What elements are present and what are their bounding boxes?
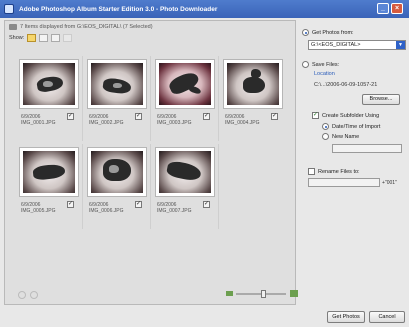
photo-select-checkbox[interactable]: ✓	[203, 113, 210, 120]
thumbnail-caption: 6/9/2006 IMG_0001.JPG	[21, 114, 55, 126]
rename-files-label: Rename Files to:	[318, 168, 360, 175]
thumbnail-frame[interactable]	[19, 59, 79, 109]
show-label: Show:	[9, 34, 25, 41]
thumbnail-frame[interactable]	[155, 147, 215, 197]
photo-select-checkbox[interactable]: ✓	[135, 201, 142, 208]
subfolder-option-datetime[interactable]: Date/Time of Import	[322, 123, 380, 130]
get-photos-icon	[302, 29, 309, 36]
audio-filter-icon[interactable]	[51, 33, 61, 42]
thumbnail-item[interactable]: 6/9/2006 IMG_0001.JPG ✓	[15, 56, 83, 141]
get-photos-from-row: Get Photos from:	[302, 29, 354, 36]
rotate-right-icon[interactable]	[30, 291, 38, 299]
photo-select-checkbox[interactable]: ✓	[203, 201, 210, 208]
photo-thumbnail	[23, 63, 75, 105]
zoom-out-icon[interactable]	[226, 291, 233, 296]
new-name-radio[interactable]	[322, 133, 329, 140]
create-subfolder-checkbox[interactable]: ✓	[312, 112, 319, 119]
thumbnail-frame[interactable]	[155, 59, 215, 109]
options-panel: Get Photos from: G:\<EOS_DIGITAL> ▼ Save…	[300, 20, 406, 305]
window-title: Adobe Photoshop Album Starter Edition 3.…	[19, 5, 218, 13]
source-select[interactable]: G:\<EOS_DIGITAL> ▼	[308, 40, 406, 50]
thumbnail-item[interactable]: 6/9/2006 IMG_0002.JPG ✓	[83, 56, 151, 141]
photo-select-checkbox[interactable]: ✓	[271, 113, 278, 120]
zoom-slider[interactable]	[236, 290, 286, 298]
photo-filename: IMG_0006.JPG	[89, 208, 124, 214]
thumbnail-panel: 7 Items displayed from G:\EOS_DIGITAL\ (…	[4, 20, 296, 305]
thumbnail-frame[interactable]	[87, 59, 147, 109]
photo-filename: IMG_0007.JPG	[157, 208, 192, 214]
thumbnail-frame[interactable]	[223, 59, 283, 109]
info-bar: 7 Items displayed from G:\EOS_DIGITAL\ (…	[5, 21, 295, 32]
rename-input[interactable]	[308, 178, 380, 187]
save-files-row: Save Files:	[302, 61, 339, 68]
location-label: Location	[314, 71, 335, 77]
minimize-button[interactable]: _	[377, 3, 389, 14]
thumbnail-item[interactable]: 6/9/2006 IMG_0003.JPG ✓	[151, 56, 219, 141]
photo-select-checkbox[interactable]: ✓	[135, 113, 142, 120]
items-info-text: 7 Items displayed from G:\EOS_DIGITAL\ (…	[20, 23, 153, 30]
new-name-option-label: New Name	[332, 133, 360, 140]
photo-thumbnail	[227, 63, 279, 105]
thumbnail-frame[interactable]	[87, 147, 147, 197]
other-filter-icon[interactable]	[63, 33, 73, 42]
photo-select-checkbox[interactable]: ✓	[67, 201, 74, 208]
save-files-label: Save Files:	[312, 61, 340, 68]
thumbnail-item[interactable]: 6/9/2006 IMG_0006.JPG ✓	[83, 144, 151, 229]
rename-files-row: Rename Files to:	[308, 168, 360, 175]
title-bar: Adobe Photoshop Album Starter Edition 3.…	[0, 0, 409, 18]
thumbnail-caption: 6/9/2006 IMG_0003.JPG	[157, 114, 191, 126]
new-name-input[interactable]	[332, 144, 402, 153]
app-icon	[4, 4, 14, 14]
location-path: C:\...\2006-06-09-1057-21	[314, 82, 378, 88]
datetime-option-label: Date/Time of Import	[332, 123, 381, 130]
zoom-in-icon[interactable]	[290, 290, 298, 297]
thumbnail-toolbar	[4, 286, 298, 304]
thumbnail-frame[interactable]	[19, 147, 79, 197]
photo-thumbnail	[91, 151, 143, 193]
zoom-slider-thumb[interactable]	[260, 290, 266, 298]
browse-button[interactable]: Browse...	[362, 94, 400, 105]
create-subfolder-row: ✓ Create Subfolder Using	[312, 112, 379, 119]
subfolder-option-newname[interactable]: New Name	[322, 133, 359, 140]
thumbnail-caption: 6/9/2006 IMG_0002.JPG	[89, 114, 123, 126]
photo-filename: IMG_0004.JPG	[225, 120, 260, 126]
get-photos-button[interactable]: Get Photos	[327, 311, 365, 323]
thumbnail-caption: 6/9/2006 IMG_0006.JPG	[89, 202, 123, 214]
camera-icon	[9, 23, 17, 30]
photo-filename: IMG_0002.JPG	[89, 120, 124, 126]
source-select-value: G:\<EOS_DIGITAL>	[311, 42, 361, 48]
thumbnail-caption: 6/9/2006 IMG_0007.JPG	[157, 202, 191, 214]
photo-filename: IMG_0003.JPG	[157, 120, 192, 126]
photo-select-checkbox[interactable]: ✓	[67, 113, 74, 120]
rotate-left-icon[interactable]	[18, 291, 26, 299]
photo-thumbnail	[23, 151, 75, 193]
photo-filename: IMG_0001.JPG	[21, 120, 56, 126]
get-photos-label: Get Photos from:	[312, 29, 354, 36]
thumbnail-item[interactable]: 6/9/2006 IMG_0004.JPG ✓	[219, 56, 287, 141]
photo-thumbnail	[91, 63, 143, 105]
datetime-radio[interactable]	[322, 123, 329, 130]
thumbnail-caption: 6/9/2006 IMG_0004.JPG	[225, 114, 259, 126]
photo-thumbnail	[159, 63, 211, 105]
save-files-icon	[302, 61, 309, 68]
chevron-down-icon[interactable]: ▼	[396, 41, 405, 49]
photo-filename: IMG_0005.JPG	[21, 208, 56, 214]
show-filter-bar: Show:	[5, 32, 295, 43]
photo-thumbnail	[159, 151, 211, 193]
create-subfolder-label: Create Subfolder Using	[322, 112, 380, 119]
thumbnail-grid: 6/9/2006 IMG_0001.JPG ✓ 6/9/2006 IMG_000…	[15, 56, 287, 229]
thumbnail-caption: 6/9/2006 IMG_0005.JPG	[21, 202, 55, 214]
thumbnail-item[interactable]: 6/9/2006 IMG_0007.JPG ✓	[151, 144, 219, 229]
thumbnail-item[interactable]: 6/9/2006 IMG_0005.JPG ✓	[15, 144, 83, 229]
rename-files-checkbox[interactable]	[308, 168, 315, 175]
rename-suffix: +"001"	[382, 180, 397, 186]
window-controls: _ ×	[377, 3, 403, 14]
close-button[interactable]: ×	[391, 3, 403, 14]
video-filter-icon[interactable]	[39, 33, 49, 42]
cancel-button[interactable]: Cancel	[369, 311, 405, 323]
photo-filter-icon[interactable]	[27, 33, 37, 42]
